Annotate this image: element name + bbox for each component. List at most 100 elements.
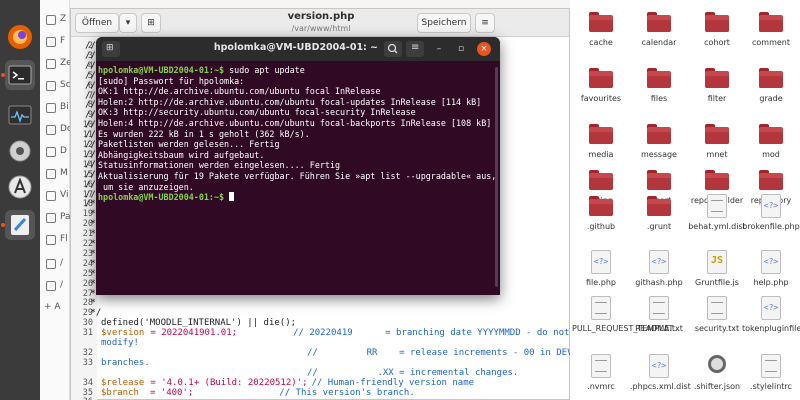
file-item[interactable]: <?> .phpcs.xml.dist bbox=[630, 350, 691, 400]
folder-icon bbox=[759, 124, 783, 144]
text-file-icon bbox=[591, 296, 611, 320]
sidebar-item-other-locations[interactable]: + A bbox=[40, 298, 70, 318]
file-name: mnet bbox=[706, 150, 728, 159]
minimize-button[interactable]: – bbox=[432, 42, 446, 56]
close-button[interactable]: × bbox=[477, 42, 491, 56]
file-name: tokenpluginfile.php bbox=[742, 324, 800, 333]
drive-icon bbox=[46, 281, 56, 291]
folder-icon bbox=[759, 12, 783, 32]
open-button[interactable]: Öffnen bbox=[75, 13, 119, 33]
sidebar-item-root-2[interactable]: / bbox=[40, 276, 70, 296]
file-item[interactable]: <?> brokenfile.php bbox=[742, 190, 800, 248]
sidebar-item-downloads[interactable]: D bbox=[40, 142, 70, 162]
file-name: message bbox=[641, 150, 677, 159]
sidebar-item-music[interactable]: M bbox=[40, 164, 70, 184]
sidebar-item-root[interactable]: / bbox=[40, 254, 70, 274]
text-editor-running-indicator bbox=[1, 223, 5, 227]
file-item[interactable]: cohort bbox=[688, 6, 746, 64]
code-line: // bbox=[85, 179, 96, 190]
file-item[interactable]: security.txt bbox=[688, 292, 746, 350]
sidebar-item-favorites[interactable]: F bbox=[40, 32, 70, 52]
file-item[interactable]: calendar bbox=[630, 6, 688, 64]
line-number: 32 bbox=[82, 347, 93, 358]
sidebar-item-trash[interactable]: Pa bbox=[40, 208, 71, 228]
firefox-icon[interactable] bbox=[5, 22, 35, 52]
sidebar-item-floppy[interactable]: Fl bbox=[40, 230, 70, 250]
sidebar-item-pictures[interactable]: Bi bbox=[40, 98, 70, 118]
file-name: behat.yml.dist bbox=[688, 222, 746, 231]
file-item[interactable]: favourites bbox=[572, 62, 630, 120]
save-button[interactable]: Speichern bbox=[417, 13, 471, 33]
maximize-button[interactable]: ▫ bbox=[454, 42, 468, 56]
terminal-icon[interactable] bbox=[5, 60, 35, 90]
file-item[interactable]: cache bbox=[572, 6, 630, 64]
terminal-title: hpolomka@VM-UBD2004-01: ~ bbox=[213, 42, 379, 53]
sidebar-item-videos[interactable]: Vi bbox=[40, 186, 70, 206]
file-grid: cache calendar cohort comment favourites file… bbox=[570, 0, 800, 400]
terminal-header-bar: ⊞ hpolomka@VM-UBD2004-01: ~ ≡ – ▫ × bbox=[96, 37, 500, 61]
code-token: // 20220419 = branching date YYYYMMDD - … bbox=[293, 328, 570, 339]
code-token: $branch bbox=[101, 387, 139, 398]
hamburger-menu-icon: ≡ bbox=[411, 42, 420, 53]
code-line: // bbox=[85, 159, 96, 170]
new-tab-button[interactable]: ⊞ bbox=[141, 13, 161, 33]
code-line: // bbox=[85, 130, 96, 141]
folder-icon bbox=[647, 170, 671, 190]
file-item[interactable]: comment bbox=[742, 6, 800, 64]
file-item[interactable]: .grunt bbox=[630, 190, 688, 248]
file-item[interactable]: PULL_REQUEST_TEMPLAT... bbox=[572, 292, 680, 350]
code-file-icon: <?> bbox=[761, 250, 781, 274]
search-button[interactable] bbox=[384, 41, 402, 57]
file-item[interactable]: grade bbox=[742, 62, 800, 120]
file-name: .shifter.json bbox=[693, 382, 741, 391]
file-item[interactable]: .stylelintrc bbox=[742, 350, 800, 400]
folder-icon bbox=[589, 170, 613, 190]
sidebar-item-recent[interactable]: Z bbox=[40, 10, 70, 30]
file-name: README.txt bbox=[635, 324, 683, 333]
file-item[interactable]: .github bbox=[572, 190, 630, 248]
settings-icon[interactable] bbox=[5, 136, 35, 166]
terminal-scrollbar[interactable] bbox=[495, 67, 498, 287]
menu-button[interactable]: ≡ bbox=[406, 41, 424, 57]
clock-icon bbox=[46, 15, 56, 25]
terminal-window[interactable]: ⊞ hpolomka@VM-UBD2004-01: ~ ≡ – ▫ × hpol… bbox=[96, 37, 500, 295]
file-item[interactable]: filter bbox=[688, 62, 746, 120]
menu-button[interactable]: ≡ bbox=[475, 13, 495, 33]
code-line: // bbox=[85, 90, 96, 101]
code-line: * bbox=[85, 229, 96, 240]
file-item[interactable]: behat.yml.dist bbox=[688, 190, 746, 248]
file-item[interactable]: .nvmrc bbox=[572, 350, 630, 400]
javascript-file-icon: JS bbox=[707, 250, 727, 274]
code-line: * bbox=[85, 248, 96, 259]
folder-icon bbox=[705, 124, 729, 144]
software-center-icon[interactable] bbox=[5, 172, 35, 202]
code-file-icon: <?> bbox=[649, 354, 669, 378]
close-icon: × bbox=[480, 44, 488, 54]
new-tab-button[interactable]: ⊞ bbox=[102, 41, 120, 57]
file-item[interactable]: README.txt bbox=[630, 292, 688, 350]
folder-icon bbox=[589, 12, 613, 32]
file-name: media bbox=[588, 150, 614, 159]
drive-icon bbox=[46, 259, 56, 269]
file-item[interactable]: <?> tokenpluginfile.php bbox=[742, 292, 800, 350]
text-editor-icon[interactable] bbox=[5, 210, 35, 240]
system-monitor-icon[interactable] bbox=[5, 100, 35, 130]
code-file-icon: <?> bbox=[761, 194, 781, 218]
folder-icon bbox=[647, 12, 671, 32]
terminal-prompt-line: hpolomka@VM-UBD2004-01:~$ sudo apt updat… bbox=[98, 65, 305, 75]
sidebar-item-documents[interactable]: Do bbox=[40, 120, 72, 140]
sidebar-item-desktop[interactable]: Sc bbox=[40, 76, 71, 96]
code-line: // bbox=[85, 50, 96, 61]
file-item[interactable]: files bbox=[630, 62, 688, 120]
open-dropdown-button[interactable]: ▾ bbox=[119, 13, 137, 33]
code-token: $version bbox=[101, 328, 145, 339]
sidebar-item-home[interactable]: Ze bbox=[40, 54, 72, 74]
terminal-output-line: Holen:4 http://de.archive.ubuntu.com/ubu… bbox=[98, 118, 492, 128]
code-token: branches. bbox=[101, 357, 150, 368]
terminal-output[interactable]: hpolomka@VM-UBD2004-01:~$ sudo apt updat… bbox=[96, 63, 500, 295]
code-token: = '4.0.1+ (Build: 20220512)'; bbox=[150, 377, 308, 388]
code-line: // bbox=[85, 41, 96, 51]
text-file-icon bbox=[707, 296, 727, 320]
file-item[interactable]: .shifter.json bbox=[688, 350, 746, 400]
file-name: security.txt bbox=[694, 324, 740, 333]
